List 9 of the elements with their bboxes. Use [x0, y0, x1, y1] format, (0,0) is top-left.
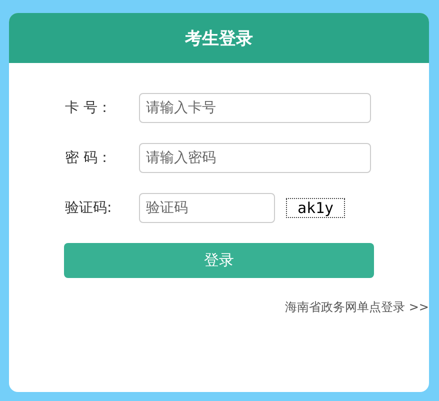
input-field[interactable]: 验证码 — [139, 193, 275, 223]
field-label: 密 码： — [64, 149, 112, 167]
field-label: 验证码: — [64, 199, 113, 217]
captcha-image[interactable]: ak1y — [286, 198, 345, 218]
input-field[interactable]: 请输入密码 — [139, 143, 371, 173]
input-field[interactable]: 请输入卡号 — [139, 93, 371, 123]
login-title: 考生登录 — [185, 28, 253, 50]
field-label: 卡 号： — [64, 99, 112, 117]
sso-link[interactable]: 海南省政务网单点登录 >> — [285, 299, 429, 316]
